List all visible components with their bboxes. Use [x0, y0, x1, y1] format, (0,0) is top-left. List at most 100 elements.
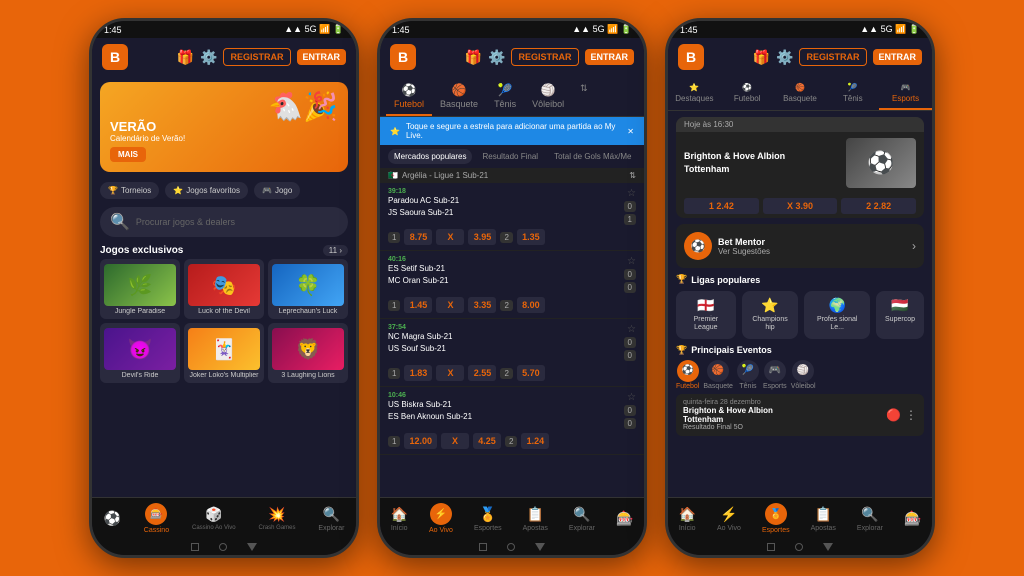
bottom-nav-explore-2[interactable]: 🔍 Explorar — [569, 506, 595, 532]
game-card-5[interactable]: 🦁 3 Laughing Lions — [268, 323, 348, 383]
league-premier[interactable]: 🏴󠁧󠁢󠁥󠁮󠁧󠁿 Premier League — [676, 291, 736, 339]
odds-btn-1b[interactable]: 3.35 — [468, 297, 496, 313]
bottom-nav-live-casino[interactable]: 🎲 Cassino Ao Vivo — [192, 506, 236, 531]
game-card-2[interactable]: 🍀 Leprechaun's Luck — [268, 259, 348, 319]
gift-icon[interactable]: 🎁 — [177, 49, 194, 66]
featured-odds-1[interactable]: 1 2.42 — [684, 198, 759, 214]
star-icon-1[interactable]: ☆ — [627, 256, 636, 267]
league-professional[interactable]: 🌍 Profes sional Le... — [804, 291, 870, 339]
odds-btn-2b[interactable]: 2.55 — [468, 365, 496, 381]
game-card-1[interactable]: 🎭 Luck of the Devil — [184, 259, 264, 319]
esportes-label-2: Esportes — [474, 525, 502, 532]
odds-btn-0b[interactable]: 3.95 — [468, 229, 496, 245]
tab-sort[interactable]: ⇅ — [572, 78, 596, 116]
odds-btn-0c[interactable]: 1.35 — [517, 229, 545, 245]
enter-button-3[interactable]: ENTRAR — [873, 49, 923, 65]
star-icon-0[interactable]: ☆ — [627, 188, 636, 199]
gear-icon-2[interactable]: ⚙️ — [488, 49, 505, 66]
game-card-3[interactable]: 😈 Devil's Ride — [100, 323, 180, 383]
event-tab-esports-e[interactable]: 🎮 Esports — [763, 360, 787, 390]
featured-odds-2[interactable]: 2 2.82 — [841, 198, 916, 214]
odds-btn-2x[interactable]: X — [436, 365, 464, 381]
bottom-nav-explore-1[interactable]: 🔍 Explorar — [318, 506, 344, 532]
bottom-nav-apostas-3[interactable]: 📋 Apostas — [811, 506, 836, 532]
register-button-3[interactable]: REGISTRAR — [799, 48, 866, 66]
star-icon-3[interactable]: ☆ — [627, 392, 636, 403]
event-tab-basquete[interactable]: 🏀 Basquete — [703, 360, 733, 390]
enter-button-2[interactable]: ENTRAR — [585, 49, 635, 65]
gift-icon-2[interactable]: 🎁 — [465, 49, 482, 66]
torneios-button[interactable]: 🏆 Torneios — [100, 182, 159, 199]
league-name-algeria: Argélia - Ligue 1 Sub-21 — [402, 171, 488, 180]
bottom-nav-explore-3[interactable]: 🔍 Explorar — [857, 506, 883, 532]
odds-num-2b: 2 — [500, 368, 512, 379]
explore-label-3: Explorar — [857, 525, 883, 532]
favoritos-button[interactable]: ⭐ Jogos favoritos — [165, 182, 248, 199]
league-champions[interactable]: ⭐ Champions hip — [742, 291, 799, 339]
bottom-nav-crash[interactable]: 💥 Crash Games — [259, 506, 296, 531]
odds-btn-0a[interactable]: 8.75 — [404, 229, 432, 245]
bottom-nav-inicio-3[interactable]: 🏠 Início — [679, 506, 696, 532]
odds-btn-2a[interactable]: 1.83 — [404, 365, 432, 381]
sports-tab-esports[interactable]: 🎮 Esports — [879, 78, 932, 110]
event-tab-tenis-e[interactable]: 🎾 Tênis — [737, 360, 759, 390]
odds-btn-1c[interactable]: 8.00 — [517, 297, 545, 313]
event-tab-voleibol-e[interactable]: 🏐 Vôleibol — [791, 360, 816, 390]
event-more-icon[interactable]: ⋮ — [905, 408, 917, 422]
bottom-nav-esportes-2[interactable]: 🏅 Esportes — [474, 506, 502, 532]
tab-voleibol[interactable]: 🏐 Vôleibol — [524, 78, 572, 116]
score-1a: 0 — [624, 269, 636, 280]
tab-tenis[interactable]: 🎾 Tênis — [486, 78, 524, 116]
mais-button[interactable]: MAIS — [110, 147, 146, 162]
phone-1: 1:45 ▲▲ 5G 📶 🔋 B 🎁 ⚙️ REGISTRAR ENTRAR 🐔… — [89, 18, 359, 558]
odds-btn-1x[interactable]: X — [436, 297, 464, 313]
bottom-nav-casino-3[interactable]: 🎰 — [904, 510, 921, 527]
enter-button-1[interactable]: ENTRAR — [297, 49, 347, 65]
bet-mentor[interactable]: ⚽ Bet Mentor Ver Sugestões › — [676, 224, 924, 268]
league-supercopa[interactable]: 🇭🇺 Supercop — [876, 291, 924, 339]
bottom-nav-sport[interactable]: ⚽ — [103, 510, 120, 527]
bottom-nav-casino[interactable]: 🎰 Cassino — [144, 503, 169, 534]
alert-close[interactable]: ✕ — [627, 127, 634, 136]
odds-btn-2c[interactable]: 5.70 — [517, 365, 545, 381]
sports-tab-basquete[interactable]: 🏀 Basquete — [774, 78, 827, 110]
star-icon-2[interactable]: ☆ — [627, 324, 636, 335]
sports-tab-futebol[interactable]: ⚽ Futebol — [721, 78, 774, 110]
match-row-0: 39:18 Paradou AC Sub-21 JS Saoura Sub-21… — [380, 183, 644, 251]
gear-icon[interactable]: ⚙️ — [200, 49, 217, 66]
event-tab-futebol[interactable]: ⚽ Futebol — [676, 360, 699, 390]
filter-gols[interactable]: Total de Gols Máx/Me — [548, 149, 637, 164]
score-0: 0 — [624, 201, 636, 212]
odds-btn-3x[interactable]: X — [441, 433, 469, 449]
filter-resultado[interactable]: Resultado Final — [476, 149, 544, 164]
tab-basquete[interactable]: 🏀 Basquete — [432, 78, 486, 116]
gear-icon-3[interactable]: ⚙️ — [776, 49, 793, 66]
gift-icon-3[interactable]: 🎁 — [753, 49, 770, 66]
odds-btn-1a[interactable]: 1.45 — [404, 297, 432, 313]
tab-futebol[interactable]: ⚽ Futebol — [386, 78, 432, 116]
register-button-1[interactable]: REGISTRAR — [223, 48, 290, 66]
section-count[interactable]: 11 › — [323, 245, 348, 256]
featured-odds-x[interactable]: X 3.90 — [763, 198, 838, 214]
search-bar[interactable]: 🔍 Procurar jogos & dealers — [100, 207, 348, 237]
odds-btn-0x[interactable]: X — [436, 229, 464, 245]
esports-icon-3: 🎮 — [901, 83, 911, 92]
basquete-icon-3: 🏀 — [795, 83, 805, 92]
filter-mercados[interactable]: Mercados populares — [388, 149, 472, 164]
jogo-button[interactable]: 🎮 Jogo — [254, 182, 300, 199]
odds-btn-3b[interactable]: 4.25 — [473, 433, 501, 449]
bottom-nav-aovivo-2[interactable]: ⚡ Ao Vivo — [429, 503, 453, 534]
bottom-nav-esportes-3[interactable]: 🏅 Esportes — [762, 503, 790, 534]
bottom-nav-aovivo-3[interactable]: ⚡ Ao Vivo — [717, 506, 741, 532]
sort-icon: ⇅ — [580, 83, 588, 94]
game-card-0[interactable]: 🌿 Jungle Paradise — [100, 259, 180, 319]
register-button-2[interactable]: REGISTRAR — [511, 48, 578, 66]
bottom-nav-casino-2[interactable]: 🎰 — [616, 510, 633, 527]
odds-btn-3c[interactable]: 1.24 — [521, 433, 549, 449]
sports-tab-tenis[interactable]: 🎾 Tênis — [826, 78, 879, 110]
bottom-nav-inicio-2[interactable]: 🏠 Início — [391, 506, 408, 532]
odds-btn-3a[interactable]: 12.00 — [404, 433, 437, 449]
bottom-nav-apostas-2[interactable]: 📋 Apostas — [523, 506, 548, 532]
game-card-4[interactable]: 🃏 Joker Loko's Multiplier — [184, 323, 264, 383]
sports-tab-destaques[interactable]: ⭐ Destaques — [668, 78, 721, 110]
